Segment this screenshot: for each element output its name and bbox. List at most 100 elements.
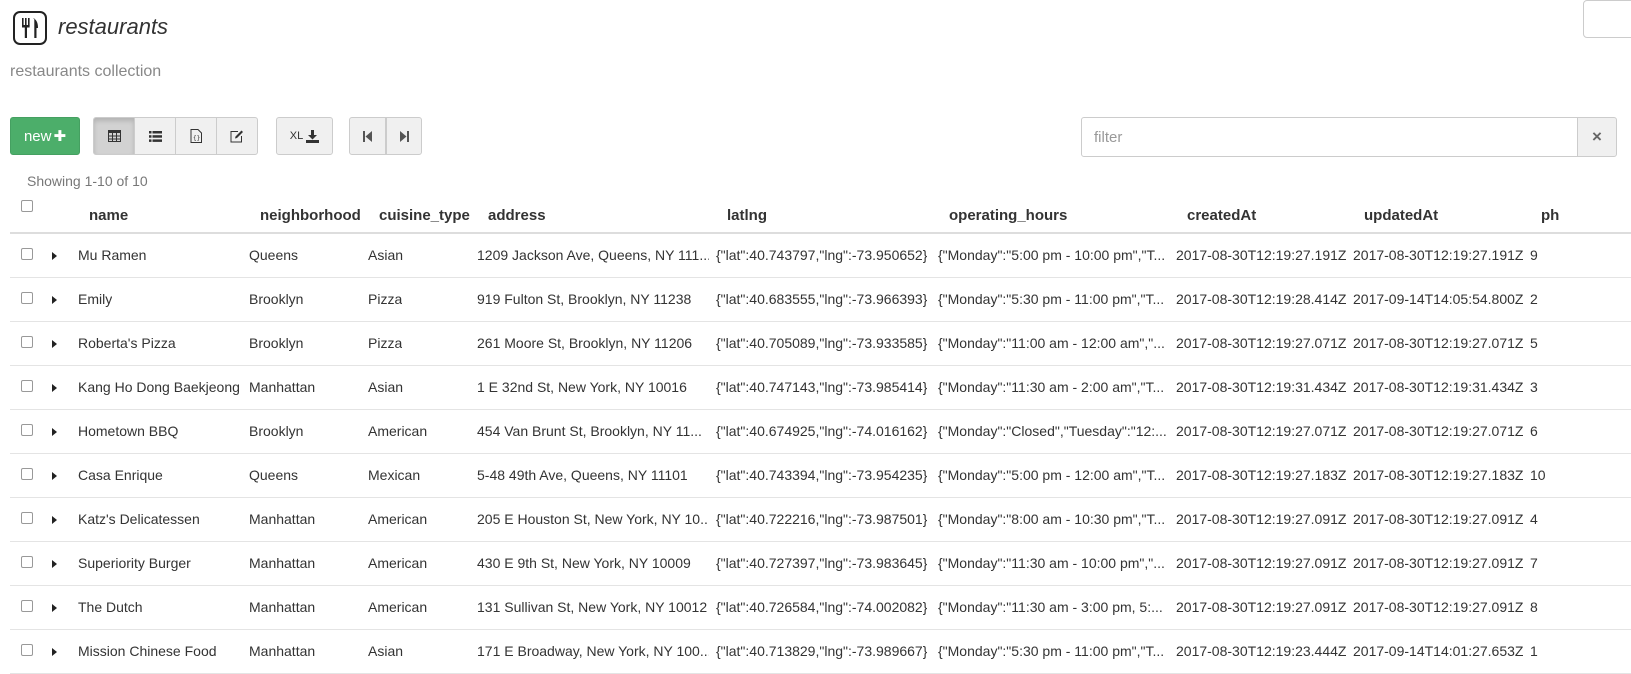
column-header-neighborhood[interactable]: neighborhood [260,207,361,224]
table-row[interactable]: Casa Enrique Queens Mexican 5-48 49th Ave, … [10,454,1631,498]
cell-updatedAt: 2017-08-30T12:19:27.191Z [1353,247,1524,263]
cell-ph: 1 [1530,643,1538,659]
row-checkbox[interactable] [21,424,33,436]
table-row[interactable]: Superiority Burger Manhattan American 430 E… [10,542,1631,586]
row-checkbox[interactable] [21,556,33,568]
column-header-cuisine-type[interactable]: cuisine_type [379,207,470,224]
expand-caret-icon[interactable] [52,516,57,524]
expand-caret-icon[interactable] [52,472,57,480]
download-icon [306,129,320,143]
table-row[interactable]: Mission Chinese Food Manhattan Asian 171 E … [10,630,1631,674]
cell-name: Roberta's Pizza [78,335,176,351]
cell-cuisine-type: Asian [368,379,404,395]
edit-view-icon [230,130,243,142]
page-subtitle: restaurants collection [10,63,162,80]
cell-ph: 8 [1530,599,1538,615]
table-row[interactable]: Kang Ho Dong Baekjeong Manhattan Asian 1 E … [10,366,1631,410]
clear-filter-button[interactable]: × [1577,117,1617,157]
cell-operating-hours: {"Monday":"Closed","Tuesday":"12:... [938,423,1167,439]
cell-updatedAt: 2017-09-14T14:01:27.653Z [1353,643,1524,659]
expand-caret-icon[interactable] [52,604,57,612]
row-checkbox[interactable] [21,468,33,480]
cell-neighborhood: Queens [249,467,299,483]
cell-cuisine-type: Pizza [368,335,403,351]
list-view-icon [148,130,162,142]
cell-name: Mission Chinese Food [78,643,217,659]
json-view-button[interactable]: {} [175,117,217,155]
table-row[interactable]: Hometown BBQ Brooklyn American 454 Van Brun… [10,410,1631,454]
select-all-checkbox[interactable] [21,200,33,212]
row-checkbox[interactable] [21,512,33,524]
expand-caret-icon[interactable] [52,648,57,656]
cell-name: Superiority Burger [78,555,191,571]
column-header-ph[interactable]: ph [1541,207,1559,224]
column-header-updated-at[interactable]: updatedAt [1364,207,1438,224]
cell-createdAt: 2017-08-30T12:19:27.091Z [1176,511,1347,527]
table-row[interactable]: Emily Brooklyn Pizza 919 Fulton St, Brookly… [10,278,1631,322]
cell-updatedAt: 2017-08-30T12:19:27.091Z [1353,555,1524,571]
cell-createdAt: 2017-08-30T12:19:27.091Z [1176,555,1347,571]
json-view-icon: {} [190,129,202,143]
cell-updatedAt: 2017-08-30T12:19:27.071Z [1353,423,1524,439]
edit-view-button[interactable] [216,117,258,155]
list-view-button[interactable] [134,117,176,155]
column-header-operating-hours[interactable]: operating_hours [949,207,1067,224]
pagination-status: Showing 1-10 of 10 [27,173,148,189]
first-page-button[interactable] [349,117,386,155]
row-checkbox[interactable] [21,644,33,656]
row-checkbox[interactable] [21,336,33,348]
cell-operating-hours: {"Monday":"5:00 pm - 12:00 am","T... [938,467,1166,483]
column-header-address[interactable]: address [488,207,546,224]
column-header-created-at[interactable]: createdAt [1187,207,1256,224]
row-checkbox[interactable] [21,380,33,392]
cell-updatedAt: 2017-08-30T12:19:27.071Z [1353,335,1524,351]
row-checkbox[interactable] [21,292,33,304]
table-row[interactable]: Katz's Delicatessen Manhattan American 205 … [10,498,1631,542]
cell-latlng: {"lat":40.726584,"lng":-74.002082} [716,599,928,615]
cell-cuisine-type: Asian [368,247,404,263]
cell-neighborhood: Manhattan [249,599,316,615]
table-view-button[interactable] [93,117,135,155]
cell-createdAt: 2017-08-30T12:19:27.071Z [1176,423,1347,439]
column-header-latlng[interactable]: latlng [727,207,767,224]
top-right-button[interactable] [1583,0,1631,38]
cell-ph: 4 [1530,511,1538,527]
cell-address: 1209 Jackson Ave, Queens, NY 111... [477,247,709,263]
filter-input[interactable] [1081,117,1578,157]
last-page-button[interactable] [386,117,422,155]
cell-neighborhood: Queens [249,247,299,263]
cell-latlng: {"lat":40.743394,"lng":-73.954235} [716,467,928,483]
table-row[interactable]: The Dutch Manhattan American 131 Sullivan S… [10,586,1631,630]
cell-cuisine-type: American [368,555,428,571]
expand-caret-icon[interactable] [52,384,57,392]
export-excel-button[interactable]: XL [276,117,333,155]
new-button[interactable]: new ✚ [10,117,80,155]
row-checkbox[interactable] [21,248,33,260]
column-header-name[interactable]: name [89,207,128,224]
table-row[interactable]: Roberta's Pizza Brooklyn Pizza 261 Moore St… [10,322,1631,366]
table-row[interactable]: Mu Ramen Queens Asian 1209 Jackson Ave, Que… [10,234,1631,278]
cell-operating-hours: {"Monday":"11:00 am - 12:00 am","... [938,335,1165,351]
cell-operating-hours: {"Monday":"5:30 pm - 11:00 pm","T... [938,291,1165,307]
cell-name: Mu Ramen [78,247,147,263]
expand-caret-icon[interactable] [52,428,57,436]
row-checkbox[interactable] [21,600,33,612]
cell-neighborhood: Brooklyn [249,291,304,307]
expand-caret-icon[interactable] [52,252,57,260]
cell-cuisine-type: Pizza [368,291,403,307]
cell-createdAt: 2017-08-30T12:19:23.444Z [1176,643,1347,659]
cell-neighborhood: Brooklyn [249,335,304,351]
cell-neighborhood: Brooklyn [249,423,304,439]
last-page-icon [400,130,409,142]
expand-caret-icon[interactable] [52,560,57,568]
cell-operating-hours: {"Monday":"5:00 pm - 10:00 pm","T... [938,247,1166,263]
expand-caret-icon[interactable] [52,296,57,304]
cell-name: Hometown BBQ [78,423,179,439]
cell-operating-hours: {"Monday":"11:30 am - 10:00 pm","... [938,555,1165,571]
new-button-label: new [23,127,52,145]
expand-caret-icon[interactable] [52,340,57,348]
table-header-row: name neighborhood cuisine_type address l… [10,192,1631,234]
cell-createdAt: 2017-08-30T12:19:27.191Z [1176,247,1347,263]
data-table: name neighborhood cuisine_type address l… [10,192,1631,674]
cell-latlng: {"lat":40.674925,"lng":-74.016162} [716,423,928,439]
